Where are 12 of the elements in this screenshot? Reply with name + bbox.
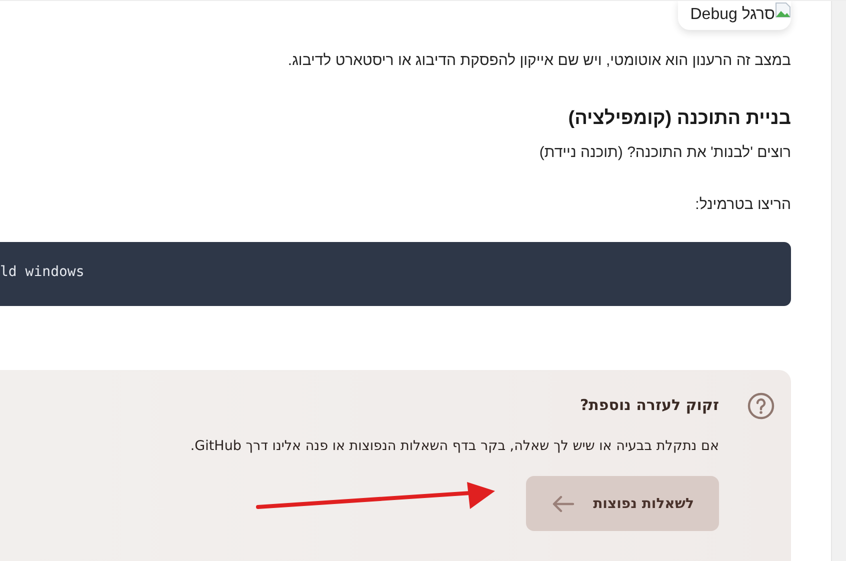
help-icon	[747, 392, 775, 420]
help-title: זקוק לעזרה נוספת?	[580, 396, 719, 414]
paragraph: הריצו בטרמינל:	[694, 195, 791, 215]
paragraph: רוצים 'לבנות' את התוכנה? (תוכנה ניידת)	[538, 143, 791, 163]
faq-button[interactable]: לשאלות נפוצות	[526, 476, 719, 531]
help-text: אם נתקלת בבעיה או שיש לך שאלה, בקר בדף השאלות הנפוצות או פנה אלינו דרך GitHub.	[189, 438, 719, 454]
arrow-left-icon	[551, 494, 576, 512]
section-heading: בניית התוכנה (קומפילציה)	[567, 107, 791, 131]
scrollbar-track[interactable]	[831, 1, 846, 561]
paragraph: במצב זה הרענון הוא אוטומטי, ויש שם אייקון להפסקת הדיבוג או ריסטארט לדיבוג.	[286, 51, 791, 71]
code-block: ld windows	[0, 242, 791, 306]
image-alt-text: סרגל Debug	[678, 1, 791, 30]
